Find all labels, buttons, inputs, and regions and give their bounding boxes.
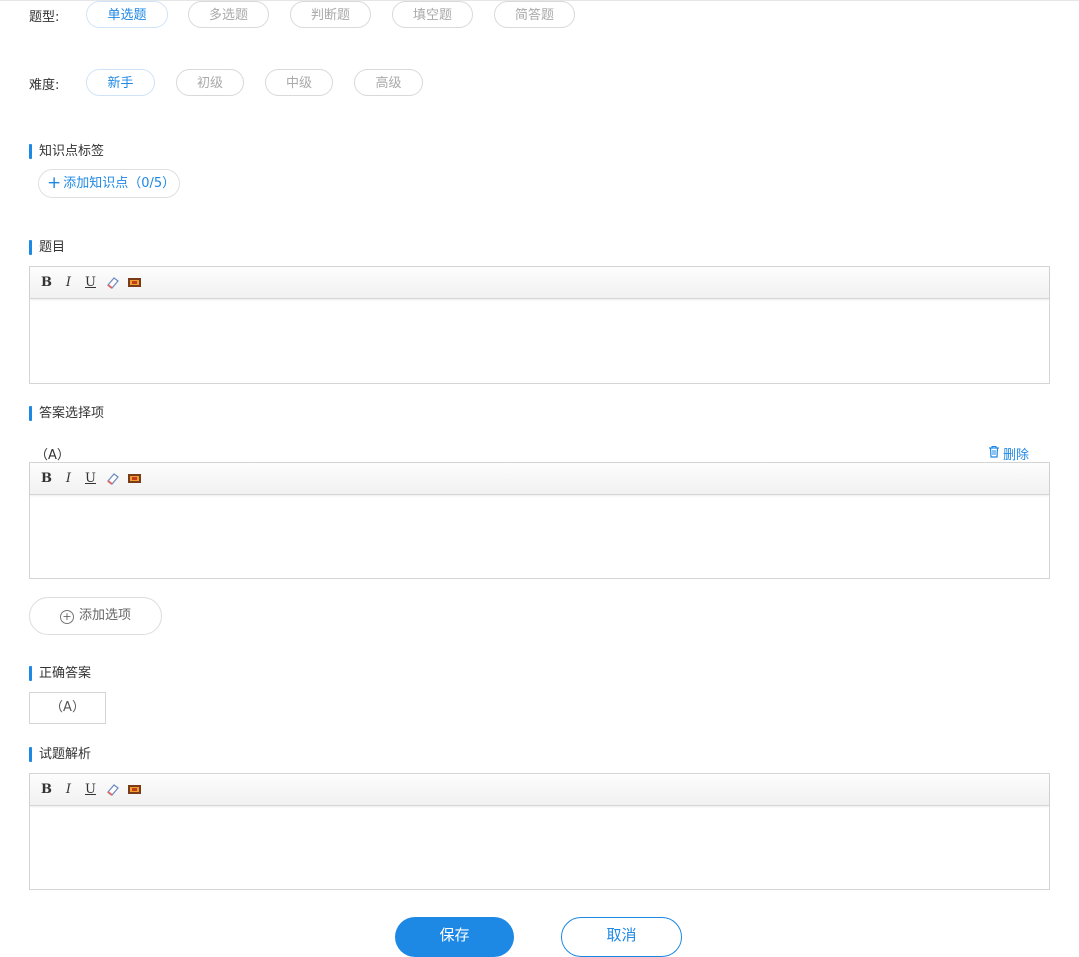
difficulty-intermediate[interactable]: 中级 bbox=[265, 69, 333, 96]
italic-button[interactable]: I bbox=[61, 275, 76, 290]
cancel-button[interactable]: 取消 bbox=[561, 917, 682, 957]
answers-section-title: 答案选择项 bbox=[29, 405, 104, 422]
editor-toolbar: B I U bbox=[30, 463, 1049, 495]
delete-option-button[interactable]: 删除 bbox=[988, 444, 1029, 463]
underline-button[interactable]: U bbox=[83, 275, 98, 290]
image-icon[interactable] bbox=[127, 471, 142, 486]
eraser-icon[interactable] bbox=[105, 275, 120, 290]
add-option-button[interactable]: + 添加选项 bbox=[29, 597, 162, 635]
delete-option-label: 删除 bbox=[1003, 448, 1030, 463]
analysis-editor: B I U bbox=[29, 773, 1050, 890]
editor-toolbar: B I U bbox=[30, 774, 1049, 806]
question-input-area[interactable] bbox=[30, 299, 1049, 384]
bold-button[interactable]: B bbox=[39, 275, 54, 290]
correct-answer-option[interactable]: （A） bbox=[29, 692, 106, 724]
add-option-label: 添加选项 bbox=[78, 608, 131, 623]
bold-button[interactable]: B bbox=[39, 782, 54, 797]
underline-button[interactable]: U bbox=[83, 471, 98, 486]
difficulty-beginner[interactable]: 初级 bbox=[176, 69, 244, 96]
type-short-answer[interactable]: 简答题 bbox=[494, 1, 575, 28]
save-button[interactable]: 保存 bbox=[395, 917, 514, 957]
underline-button[interactable]: U bbox=[83, 782, 98, 797]
image-icon[interactable] bbox=[127, 782, 142, 797]
difficulty-label: 难度: bbox=[29, 78, 60, 93]
add-knowledge-button[interactable]: + 添加知识点（0/5） bbox=[38, 169, 180, 198]
eraser-icon[interactable] bbox=[105, 471, 120, 486]
knowledge-section-title: 知识点标签 bbox=[29, 143, 104, 160]
italic-button[interactable]: I bbox=[61, 471, 76, 486]
option-a-label: （A） bbox=[35, 448, 70, 463]
analysis-input-area[interactable] bbox=[30, 806, 1049, 890]
type-multiple-choice[interactable]: 多选题 bbox=[188, 1, 269, 28]
question-section-title: 题目 bbox=[29, 239, 65, 256]
type-fill-blank[interactable]: 填空题 bbox=[392, 1, 473, 28]
trash-icon bbox=[988, 445, 1000, 462]
difficulty-advanced[interactable]: 高级 bbox=[354, 69, 423, 96]
editor-toolbar: B I U bbox=[30, 267, 1049, 299]
plus-circle-icon: + bbox=[59, 610, 74, 624]
question-editor: B I U bbox=[29, 266, 1050, 384]
analysis-section-title: 试题解析 bbox=[29, 746, 91, 763]
add-knowledge-label: 添加知识点（0/5） bbox=[63, 176, 176, 191]
question-type-label: 题型: bbox=[29, 10, 60, 25]
image-icon[interactable] bbox=[127, 275, 142, 290]
type-true-false[interactable]: 判断题 bbox=[290, 1, 371, 28]
correct-answer-section-title: 正确答案 bbox=[29, 665, 91, 682]
eraser-icon[interactable] bbox=[105, 782, 120, 797]
option-a-input-area[interactable] bbox=[30, 495, 1049, 579]
italic-button[interactable]: I bbox=[61, 782, 76, 797]
bold-button[interactable]: B bbox=[39, 471, 54, 486]
type-single-choice[interactable]: 单选题 bbox=[86, 1, 168, 28]
difficulty-novice[interactable]: 新手 bbox=[86, 69, 155, 96]
option-a-editor: B I U bbox=[29, 462, 1050, 579]
plus-icon: + bbox=[47, 173, 62, 193]
